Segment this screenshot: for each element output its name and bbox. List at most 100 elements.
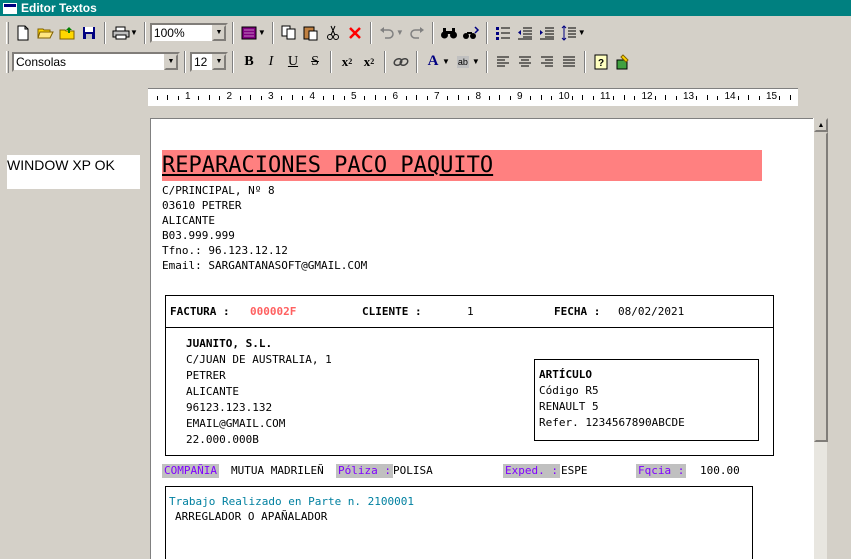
tools-icon[interactable] [612, 51, 634, 73]
window-icon [3, 2, 17, 14]
redo-icon[interactable] [406, 22, 428, 44]
strikethrough-icon[interactable]: S [304, 51, 326, 73]
ruler-tick [260, 96, 262, 100]
ruler-tick [364, 96, 366, 100]
ruler-tick [426, 96, 428, 100]
article-line: Refer. 1234567890ABCDE [539, 416, 685, 429]
document-page[interactable]: REPARACIONES PACO PAQUITO C/PRINCIPAL, N… [150, 118, 813, 559]
customer-line: PETRER [186, 369, 226, 382]
cut-icon[interactable] [322, 22, 344, 44]
company-name: REPARACIONES PACO PAQUITO [162, 153, 494, 178]
find-icon[interactable] [438, 22, 460, 44]
chevron-down-icon[interactable]: ▼ [212, 53, 226, 70]
ruler-label: 13 [683, 91, 695, 102]
help-icon[interactable]: ? [590, 51, 612, 73]
ruler-tick [530, 96, 532, 100]
svg-text:?: ? [598, 58, 604, 69]
company-address: C/PRINCIPAL, Nº 8 03610 PETRER ALICANTE … [162, 183, 367, 273]
bullet-list-icon[interactable] [492, 22, 514, 44]
zoom-select[interactable]: 100% ▼ [149, 22, 228, 43]
font-size-select[interactable]: 12 ▼ [190, 51, 228, 72]
toolbar-separator [231, 21, 234, 44]
ruler-tick [634, 96, 636, 100]
ruler-tick [613, 96, 615, 100]
chevron-down-icon[interactable]: ▼ [164, 53, 178, 70]
align-right-icon[interactable] [536, 51, 558, 73]
print-dropdown-icon[interactable]: ▼ [130, 28, 138, 37]
customer-name: JUANITO, S.L. [186, 337, 273, 350]
cliente-label: CLIENTE : [362, 305, 422, 318]
address-line: 03610 PETRER [162, 199, 242, 212]
cliente-value: 1 [467, 305, 474, 318]
highlight-icon[interactable]: ab [452, 51, 474, 73]
ruler-tick [758, 96, 760, 100]
subscript-icon[interactable]: x2 [336, 51, 358, 73]
undo-dropdown-icon[interactable]: ▼ [396, 28, 404, 37]
invoice-header: FACTURA : 000002F CLIENTE : 1 FECHA : 08… [166, 296, 773, 328]
scroll-up-icon[interactable]: ▲ [814, 118, 828, 132]
vertical-scrollbar[interactable]: ▲ [813, 118, 828, 559]
color-dropdown-icon[interactable]: ▼ [258, 28, 266, 37]
work-box: Trabajo Realizado en Parte n. 2100001 AR… [165, 486, 753, 559]
save-icon[interactable] [78, 22, 100, 44]
ruler-tick [291, 95, 293, 100]
article-box: ARTÍCULO Código R5 RENAULT 5 Refer. 1234… [534, 359, 759, 441]
ruler-tick [416, 95, 418, 100]
work-description: ARREGLADOR O APAÑALADOR [175, 510, 328, 523]
toolbar-grip[interactable] [6, 50, 9, 73]
undo-icon[interactable] [376, 22, 398, 44]
address-line: B03.999.999 [162, 229, 235, 242]
new-document-icon[interactable] [12, 22, 34, 44]
toolbar-grip[interactable] [6, 21, 9, 44]
line-spacing-dropdown-icon[interactable]: ▼ [578, 28, 586, 37]
font-color-icon[interactable]: A [422, 51, 444, 73]
fqcia-value: 100.00 [700, 464, 740, 477]
superscript-icon[interactable]: x2 [358, 51, 380, 73]
align-left-icon[interactable] [492, 51, 514, 73]
ruler-tick [322, 96, 324, 100]
chevron-down-icon[interactable]: ▼ [211, 24, 226, 41]
open-folder-icon[interactable] [34, 22, 56, 44]
ruler-label: 15 [766, 91, 778, 102]
font-select[interactable]: Consolas ▼ [12, 51, 180, 72]
ruler-tick [167, 95, 169, 100]
toolbar-separator [384, 50, 386, 73]
toolbar-separator [583, 50, 586, 73]
copy-icon[interactable] [278, 22, 300, 44]
ruler-label: 3 [268, 91, 274, 102]
indent-icon[interactable] [536, 22, 558, 44]
zoom-value: 100% [153, 25, 185, 40]
bold-icon[interactable]: B [238, 51, 260, 73]
print-icon[interactable] [110, 22, 132, 44]
highlight-dropdown-icon[interactable]: ▼ [472, 57, 480, 66]
font-color-dropdown-icon[interactable]: ▼ [442, 57, 450, 66]
underline-icon[interactable]: U [282, 51, 304, 73]
customer-line: 96123.123.132 [186, 401, 273, 414]
delete-icon[interactable] [344, 22, 366, 44]
justify-icon[interactable] [558, 51, 580, 73]
open-folder-up-icon[interactable] [56, 22, 78, 44]
ruler-tick [623, 95, 625, 100]
ruler-label: 9 [517, 91, 523, 102]
align-center-icon[interactable] [514, 51, 536, 73]
find-replace-icon[interactable] [460, 22, 482, 44]
ruler-tick [748, 95, 750, 100]
article-line: Código R5 [539, 384, 599, 397]
paste-icon[interactable] [300, 22, 322, 44]
outdent-icon[interactable] [514, 22, 536, 44]
ruler-tick [675, 96, 677, 100]
compania-label: COMPAÑIA [162, 464, 219, 478]
italic-icon[interactable]: I [260, 51, 282, 73]
ruler[interactable]: 1 2 3 4 5 6 7 8 9 10 11 12 13 14 15 [148, 88, 798, 106]
ruler-tick [509, 96, 511, 100]
color-block-icon[interactable] [238, 22, 260, 44]
scroll-thumb[interactable] [814, 132, 828, 442]
ruler-label: 8 [475, 91, 482, 102]
ruler-tick [239, 96, 241, 100]
ruler-tick [281, 96, 283, 100]
ruler-label: 4 [309, 91, 316, 102]
ruler-tick [779, 96, 781, 100]
customer-line: EMAIL@GMAIL.COM [186, 417, 286, 430]
link-icon[interactable] [390, 51, 412, 73]
line-spacing-icon[interactable] [558, 22, 580, 44]
